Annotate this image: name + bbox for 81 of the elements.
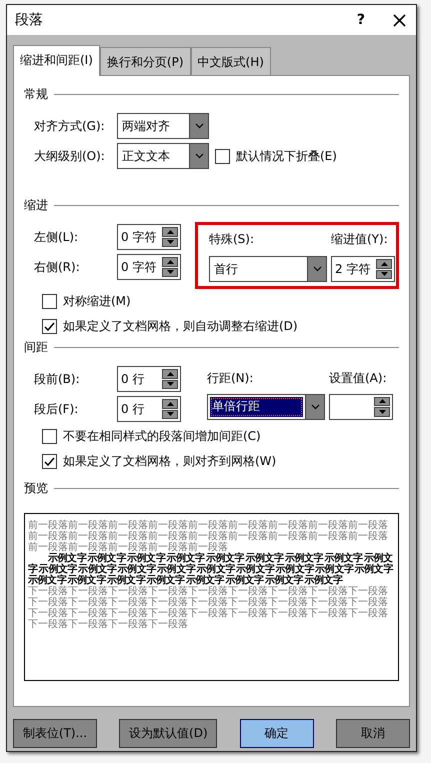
down-triangle-icon (380, 272, 388, 276)
window-title: 段落 (15, 11, 44, 29)
checkbox-label[interactable]: 如果定义了文档网格，则自动调整右缩进(D) (63, 318, 298, 335)
tab[interactable]: 缩进和间距(I) (13, 45, 100, 76)
checkbox-label[interactable]: 对称缩进(M) (63, 293, 131, 310)
spin-down-button[interactable] (162, 380, 178, 389)
spin-down-button[interactable] (162, 238, 178, 247)
section-heading: 预览 (24, 480, 48, 497)
field-label: 缩进值(Y): (331, 231, 389, 248)
field-label: 行距(N): (207, 370, 254, 388)
field-label: 左侧(L): (34, 228, 80, 246)
dialog-button[interactable]: 取消 (336, 719, 410, 748)
spin-box[interactable]: 0 字符 (117, 224, 181, 250)
checkbox-label[interactable]: 默认情况下折叠(E) (236, 148, 337, 164)
spin-box[interactable] (329, 394, 393, 420)
preview-sample-text: 示例文字 示例文字 示例文字 示例文字 示例文字 示例文字 示例文字 示例文字 示例文 (48, 553, 393, 564)
field-label: 特殊(S): (209, 231, 256, 248)
up-triangle-icon (166, 372, 174, 376)
spin-up-button[interactable] (162, 257, 178, 266)
dropdown-arrow-button[interactable] (189, 114, 208, 138)
spin-up-button[interactable] (162, 227, 178, 236)
down-triangle-icon (378, 410, 386, 414)
spin-box[interactable]: 0 行 (117, 366, 181, 392)
tab[interactable]: 中文版式(H) (190, 47, 271, 76)
tab[interactable]: 换行和分页(P) (100, 47, 191, 76)
dropdown-arrow-button[interactable] (189, 144, 208, 168)
section-heading: 常规 (24, 86, 48, 103)
dialog-button[interactable]: 确定 (240, 719, 314, 748)
field-label: 段前(B): (34, 370, 81, 388)
chevron-icon (194, 123, 204, 129)
spin-box[interactable]: 0 行 (117, 396, 181, 422)
up-triangle-icon (378, 399, 386, 404)
preview-next-paragraph: 下一段落下一段落下一段落下一段落下一段落下一段落下一段落下一段落下一段落下一段落下一段落下一段落下一段落下一段落下一段落下一段落下一段落下一段落下一段落下一段落下一段落下一段落下一段落下一段落下一段落下一段落下一段落下一段落下一段落下一段落下一段落 (28, 586, 389, 630)
chevron-icon (194, 153, 204, 159)
checkbox-label[interactable]: 不要在相同样式的段落间增加间距(C) (63, 428, 261, 445)
spin-down-button[interactable] (162, 410, 178, 419)
spin-up-button[interactable] (374, 396, 390, 406)
spin-up-button[interactable] (162, 399, 178, 408)
field-label: 对齐方式(G): (34, 118, 106, 134)
preview-previous-paragraph: 前一段落前一段落前一段落前一段落前一段落前一段落前一段落前一段落前一段落前一段落前一段落前一段落前一段落前一段落前一段落前一段落前一段落前一段落前一段落前一段落前一段落前一段落前一段落 (28, 520, 388, 553)
chevron-icon (310, 404, 320, 410)
preview-sample-text: 示例文字 示例文字 示例文字 示例文字 示例文字 示例文字 示例文字 示例文字 (28, 575, 343, 586)
checkbox[interactable] (42, 454, 57, 469)
close-icon[interactable] (393, 14, 406, 26)
field-label: 大纲级别(O): (34, 148, 106, 164)
down-triangle-icon (166, 270, 174, 274)
dropdown[interactable]: 单倍行距 (207, 394, 325, 420)
checkbox[interactable] (42, 319, 57, 334)
spin-up-button[interactable] (162, 369, 178, 378)
down-triangle-icon (166, 412, 174, 416)
checkbox-label[interactable]: 如果定义了文档网格，则对齐到网格(W) (63, 453, 276, 470)
checkbox[interactable] (42, 294, 57, 309)
section-heading: 缩进 (24, 197, 48, 214)
spin-down-button[interactable] (374, 407, 390, 416)
field-label: 设置值(A): (329, 370, 388, 388)
down-triangle-icon (166, 382, 174, 386)
dropdown[interactable]: 首行 (209, 256, 327, 282)
up-triangle-icon (166, 230, 174, 234)
dropdown-arrow-button[interactable] (305, 394, 324, 418)
up-triangle-icon (166, 402, 174, 406)
help-button[interactable]: ? (356, 12, 365, 28)
dialog-button[interactable]: 设为默认值(D) (119, 719, 218, 748)
dialog-button[interactable]: 制表位(T)... (13, 719, 97, 748)
spin-up-button[interactable] (376, 259, 392, 268)
field-label: 右侧(R): (34, 258, 81, 276)
dropdown[interactable]: 两端对齐 (117, 113, 209, 139)
chevron-icon (312, 266, 322, 272)
preview-sample-text: 字 示例文字 示例文字 示例文字 示例文字 示例文字 示例文字 示例文字 示例文字 示例文字 (28, 564, 394, 575)
section-heading: 间距 (24, 339, 48, 356)
field-label: 段后(F): (34, 400, 80, 418)
checkbox[interactable] (42, 429, 57, 444)
dropdown[interactable]: 正文文本 (117, 143, 209, 169)
spin-down-button[interactable] (162, 268, 178, 277)
spin-box[interactable]: 0 字符 (117, 254, 181, 280)
up-triangle-icon (166, 260, 174, 264)
spin-box[interactable]: 2 字符 (331, 256, 395, 282)
down-triangle-icon (166, 240, 174, 244)
dropdown-arrow-button[interactable] (307, 257, 326, 281)
up-triangle-icon (380, 262, 388, 266)
spin-down-button[interactable] (376, 270, 392, 279)
checkbox[interactable] (215, 148, 230, 164)
